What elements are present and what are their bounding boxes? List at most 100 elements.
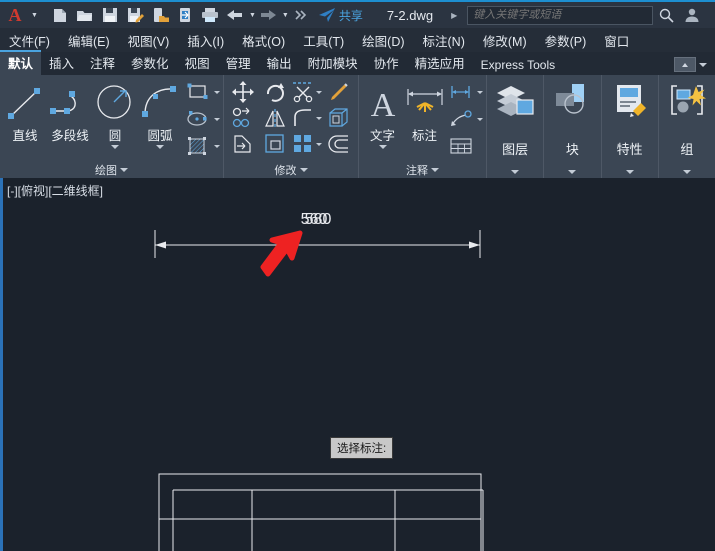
leader-chevron-down-icon[interactable] xyxy=(477,117,483,121)
tool-rotate[interactable] xyxy=(264,81,286,103)
menu-item-dimension[interactable]: 标注(N) xyxy=(414,31,474,50)
drawing-canvas[interactable]: [-][俯视][二维线框] 580 560 选择标注: xyxy=(0,178,715,551)
menu-item-edit[interactable]: 编辑(E) xyxy=(59,31,119,50)
panel-draw-title: 绘图 xyxy=(95,164,117,177)
plot-icon[interactable] xyxy=(198,2,223,28)
menu-item-format[interactable]: 格式(O) xyxy=(233,31,294,50)
fillet-chevron-down-icon[interactable] xyxy=(316,116,322,120)
tool-hatch[interactable] xyxy=(185,133,220,159)
tool-polyline[interactable]: 多段线 xyxy=(47,79,93,144)
tool-ellipse[interactable] xyxy=(185,106,220,132)
undo-chevron-down-icon[interactable]: ▼ xyxy=(249,12,256,19)
tool-rectangle[interactable] xyxy=(185,79,220,105)
tool-dimension[interactable]: 标注 xyxy=(403,79,446,144)
tool-arc[interactable]: 圆弧 xyxy=(137,79,183,149)
save-icon[interactable] xyxy=(98,2,123,28)
more-icon[interactable] xyxy=(289,2,314,28)
ribbon-panel-bar: 直线 多段线 圆 圆弧 绘图 修改 A 文字 标注 注释 图层 块 特性 组 xyxy=(0,75,715,178)
app-logo-icon[interactable]: A xyxy=(0,5,30,26)
svg-text:A: A xyxy=(370,87,395,123)
tab-annotate[interactable]: 注释 xyxy=(82,50,123,75)
panel-annotation-title-row[interactable]: 注释 xyxy=(359,161,486,178)
tool-copy[interactable] xyxy=(232,107,254,129)
tab-home[interactable]: 默认 xyxy=(0,50,42,75)
user-account-icon[interactable] xyxy=(679,2,705,28)
menu-item-draw[interactable]: 绘图(D) xyxy=(353,31,413,50)
tool-mirror[interactable] xyxy=(264,107,286,129)
tab-express-tools[interactable]: Express Tools xyxy=(473,55,563,75)
tool-circle-chevron-down-icon[interactable] xyxy=(111,145,119,149)
trim-chevron-down-icon[interactable] xyxy=(316,90,322,94)
tool-text[interactable]: A 文字 xyxy=(362,79,403,149)
ellipse-chevron-down-icon[interactable] xyxy=(214,117,220,121)
rectangle-chevron-down-icon[interactable] xyxy=(214,90,220,94)
tab-featured-apps[interactable]: 精选应用 xyxy=(407,50,473,75)
tool-scale[interactable] xyxy=(264,133,286,155)
panel-group-chevron-down-icon[interactable] xyxy=(682,170,691,174)
group-icon xyxy=(665,81,709,126)
tool-text-chevron-down-icon[interactable] xyxy=(378,145,387,149)
menu-item-file[interactable]: 文件(F) xyxy=(0,31,59,50)
panel-block[interactable]: 块 xyxy=(544,75,602,178)
panel-properties-chevron-down-icon[interactable] xyxy=(625,170,634,174)
tool-fillet[interactable] xyxy=(292,107,322,129)
undo-icon[interactable] xyxy=(223,2,248,28)
tab-addins[interactable]: 附加模块 xyxy=(300,50,366,75)
panel-block-chevron-down-icon[interactable] xyxy=(568,170,577,174)
import-icon[interactable] xyxy=(173,2,198,28)
array-chevron-down-icon[interactable] xyxy=(316,142,322,146)
tool-trim[interactable] xyxy=(292,81,322,103)
panel-modify-title-row[interactable]: 修改 xyxy=(224,161,358,178)
leader-icon xyxy=(448,107,474,131)
tool-3d-array[interactable] xyxy=(328,107,350,129)
menu-item-insert[interactable]: 插入(I) xyxy=(178,31,233,50)
panel-properties[interactable]: 特性 xyxy=(602,75,659,178)
search-icon[interactable] xyxy=(653,2,679,28)
new-file-icon[interactable] xyxy=(48,2,73,28)
tab-collaborate[interactable]: 协作 xyxy=(366,50,407,75)
tab-manage[interactable]: 管理 xyxy=(218,50,259,75)
tool-array[interactable] xyxy=(292,133,322,155)
tool-leader[interactable] xyxy=(448,106,483,132)
panel-draw-chevron-down-icon[interactable] xyxy=(120,167,128,172)
linear-dim-chevron-down-icon[interactable] xyxy=(477,90,483,94)
search-box[interactable] xyxy=(467,5,654,25)
document-chevron-right-icon[interactable]: ▶ xyxy=(451,11,457,20)
menu-item-tools[interactable]: 工具(T) xyxy=(294,31,353,50)
tab-parametric[interactable]: 参数化 xyxy=(123,50,177,75)
move-icon xyxy=(232,81,254,103)
tool-move[interactable] xyxy=(232,81,254,103)
menu-item-parametric[interactable]: 参数(P) xyxy=(536,31,596,50)
redo-chevron-down-icon[interactable]: ▼ xyxy=(282,12,289,19)
menu-item-view[interactable]: 视图(V) xyxy=(119,31,179,50)
share-button[interactable]: 共享 xyxy=(318,7,363,24)
panel-group[interactable]: 组 xyxy=(659,75,715,178)
tab-insert[interactable]: 插入 xyxy=(41,50,82,75)
tool-linear-dimension[interactable] xyxy=(448,79,483,105)
panel-modify-chevron-down-icon[interactable] xyxy=(299,167,308,172)
tool-arc-chevron-down-icon[interactable] xyxy=(156,145,164,149)
app-menu-chevron-down-icon[interactable]: ▼ xyxy=(31,12,38,19)
tool-offset[interactable] xyxy=(328,133,350,155)
tab-output[interactable]: 输出 xyxy=(259,50,300,75)
ribbon-minimize-chevron-down-icon[interactable] xyxy=(699,62,707,67)
tool-stretch[interactable] xyxy=(232,133,254,155)
export-icon[interactable] xyxy=(148,2,173,28)
tool-circle[interactable]: 圆 xyxy=(93,79,137,149)
panel-layers-chevron-down-icon[interactable] xyxy=(511,170,520,174)
tool-table[interactable] xyxy=(448,133,483,159)
hatch-chevron-down-icon[interactable] xyxy=(214,144,220,148)
redo-icon[interactable] xyxy=(256,2,281,28)
panel-layers[interactable]: 图层 xyxy=(487,75,545,178)
search-input[interactable] xyxy=(468,8,653,22)
tab-view[interactable]: 视图 xyxy=(177,50,218,75)
save-as-icon[interactable] xyxy=(123,2,148,28)
panel-annotation-chevron-down-icon[interactable] xyxy=(431,167,439,172)
open-folder-icon[interactable] xyxy=(73,2,98,28)
menu-item-modify[interactable]: 修改(M) xyxy=(474,31,536,50)
menu-item-window[interactable]: 窗口 xyxy=(595,31,638,50)
ribbon-minimize-button[interactable] xyxy=(674,57,707,75)
panel-draw-title-row[interactable]: 绘图 xyxy=(0,161,223,178)
tool-line[interactable]: 直线 xyxy=(3,79,47,144)
tool-erase[interactable] xyxy=(328,81,350,103)
